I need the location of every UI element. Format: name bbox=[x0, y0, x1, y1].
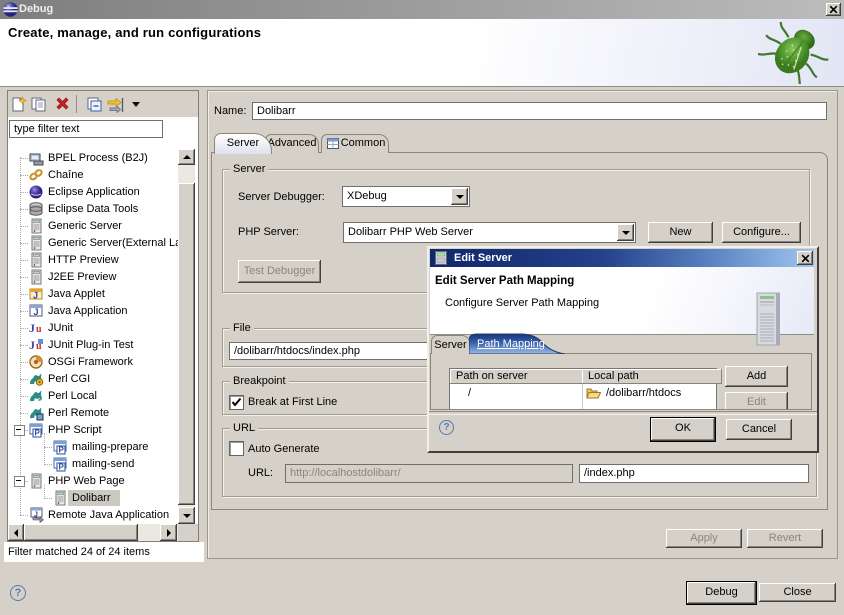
svg-text:Path Mapping: Path Mapping bbox=[477, 338, 545, 350]
svg-text:J: J bbox=[29, 321, 35, 335]
svg-text:J: J bbox=[33, 291, 38, 301]
svg-text:u: u bbox=[36, 324, 42, 335]
svg-text:J: J bbox=[29, 338, 35, 352]
